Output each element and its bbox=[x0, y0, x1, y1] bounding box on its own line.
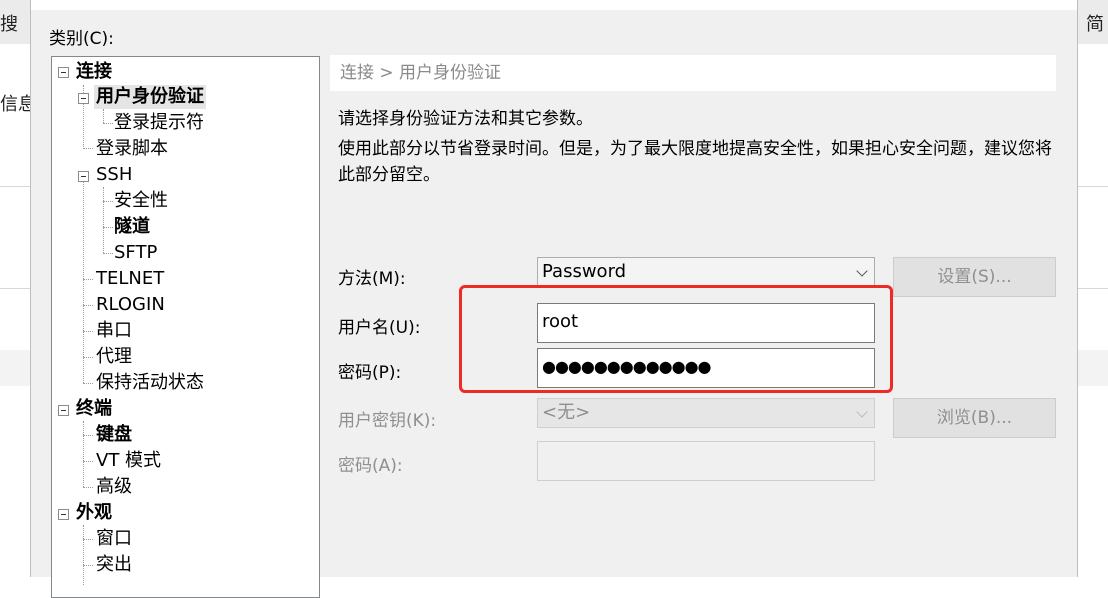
category-label: 类别(C): bbox=[49, 29, 114, 49]
tree-item-advanced[interactable]: 高级 bbox=[96, 475, 132, 499]
tree-item-vt-modes[interactable]: VT 模式 bbox=[96, 449, 161, 473]
tree-connector bbox=[83, 383, 93, 384]
tree-item-keyboard[interactable]: 键盘 bbox=[96, 423, 132, 447]
tree-item-serial[interactable]: 串口 bbox=[96, 319, 132, 343]
category-tree[interactable]: 连接 用户身份验证 登录提示符 登录脚本 SSH 安全性 隧道 SFTP TEL… bbox=[51, 56, 320, 598]
tree-connector bbox=[103, 123, 113, 124]
chevron-down-icon bbox=[856, 265, 868, 277]
collapse-toggle-icon[interactable] bbox=[58, 67, 69, 78]
tree-item-login-script[interactable]: 登录脚本 bbox=[96, 137, 168, 161]
tree-connector bbox=[83, 461, 93, 462]
tree-connector bbox=[83, 305, 93, 306]
tree-item-user-authentication[interactable]: 用户身份验证 bbox=[94, 85, 206, 109]
browse-button[interactable]: 浏览(B)... bbox=[893, 398, 1056, 438]
password-label: 密码(P): bbox=[338, 363, 402, 383]
passphrase-label: 密码(A): bbox=[338, 456, 403, 476]
passphrase-input[interactable] bbox=[537, 441, 875, 481]
chevron-down-icon bbox=[856, 406, 868, 418]
method-select[interactable]: Password bbox=[537, 257, 875, 287]
tree-connector bbox=[83, 421, 84, 487]
tree-connector bbox=[83, 539, 93, 540]
username-label: 用户名(U): bbox=[338, 318, 421, 338]
tree-item-keep-alive[interactable]: 保持活动状态 bbox=[96, 371, 204, 395]
method-label: 方法(M): bbox=[338, 269, 406, 289]
tree-item-telnet[interactable]: TELNET bbox=[96, 267, 164, 291]
tree-item-terminal[interactable]: 终端 bbox=[76, 397, 112, 421]
tree-item-connection[interactable]: 连接 bbox=[76, 60, 112, 84]
tree-connector bbox=[83, 487, 93, 488]
background-text-left-top: 搜 bbox=[0, 14, 18, 35]
tree-item-appearance[interactable]: 外观 bbox=[76, 501, 112, 525]
user-key-select-value: <无> bbox=[542, 402, 591, 423]
tree-connector bbox=[83, 357, 93, 358]
tree-connector bbox=[83, 331, 93, 332]
red-highlight-box bbox=[459, 285, 893, 393]
tree-connector bbox=[103, 227, 113, 228]
tree-connector bbox=[83, 181, 84, 383]
tree-connector bbox=[83, 148, 93, 149]
collapse-toggle-icon[interactable] bbox=[78, 171, 89, 182]
tree-item-window[interactable]: 窗口 bbox=[96, 527, 132, 551]
tree-item-rlogin[interactable]: RLOGIN bbox=[96, 293, 165, 317]
method-select-value: Password bbox=[542, 261, 627, 282]
tree-connector bbox=[103, 253, 113, 254]
tree-item-proxy[interactable]: 代理 bbox=[96, 345, 132, 369]
tree-item-tunneling[interactable]: 隧道 bbox=[114, 215, 150, 239]
tree-item-security[interactable]: 安全性 bbox=[114, 189, 168, 213]
tree-connector bbox=[103, 201, 113, 202]
description-text: 使用此部分以节省登录时间。但是，为了最大限度地提高安全性，如果担心安全问题，建议… bbox=[338, 139, 1052, 185]
tree-item-highlight[interactable]: 突出 bbox=[96, 553, 132, 577]
tree-connector bbox=[83, 435, 93, 436]
tree-connector bbox=[103, 187, 104, 253]
tree-connector bbox=[83, 525, 84, 585]
user-key-label: 用户密钥(K): bbox=[338, 411, 437, 431]
tree-connector bbox=[83, 565, 93, 566]
tree-item-ssh[interactable]: SSH bbox=[96, 163, 132, 187]
collapse-toggle-icon[interactable] bbox=[58, 405, 69, 416]
intro-text: 请选择身份验证方法和其它参数。 bbox=[338, 109, 593, 129]
collapse-toggle-icon[interactable] bbox=[78, 93, 89, 104]
breadcrumb: 连接 > 用户身份验证 bbox=[330, 55, 1056, 91]
tree-item-login-prompt[interactable]: 登录提示符 bbox=[114, 111, 204, 135]
dialog-titlebar[interactable] bbox=[31, 0, 1077, 10]
background-text-right-top: 简 bbox=[1086, 14, 1104, 35]
tree-item-sftp[interactable]: SFTP bbox=[114, 241, 157, 265]
tree-connector bbox=[103, 109, 104, 123]
collapse-toggle-icon[interactable] bbox=[58, 509, 69, 520]
settings-button[interactable]: 设置(S)... bbox=[893, 257, 1056, 297]
user-key-select[interactable]: <无> bbox=[537, 398, 875, 428]
tree-connector bbox=[83, 279, 93, 280]
